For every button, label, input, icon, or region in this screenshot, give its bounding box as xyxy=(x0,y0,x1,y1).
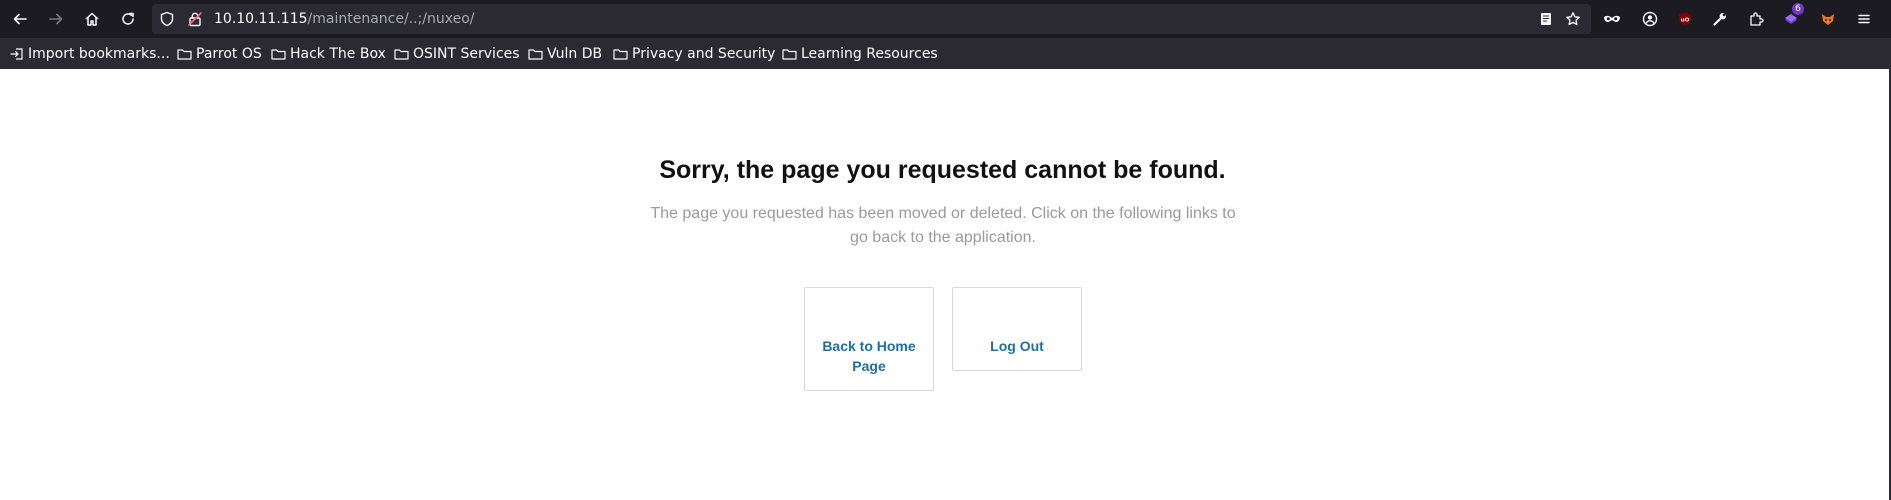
bookmark-folder-osint-services[interactable]: OSINT Services xyxy=(394,44,520,64)
back-to-home-link[interactable]: Back to Home Page xyxy=(804,287,934,391)
import-icon xyxy=(10,48,23,60)
bookmark-label: Import bookmarks... xyxy=(28,46,170,62)
bookmark-label: Parrot OS xyxy=(196,46,262,62)
folder-icon xyxy=(528,49,543,60)
foxyproxy-icon[interactable] xyxy=(1815,6,1841,32)
menu-hamburger-icon[interactable] xyxy=(1851,6,1877,32)
browser-toolbar: 10.10.11.115/maintenance/..;/nuxeo/ uO 6 xyxy=(0,0,1891,38)
purple-extension-icon[interactable]: 6 xyxy=(1778,3,1804,32)
bookmark-folder-parrot-os[interactable]: Parrot OS xyxy=(177,44,262,64)
extension-badge: 6 xyxy=(1792,3,1804,15)
folder-icon xyxy=(177,49,192,60)
folder-icon xyxy=(271,49,286,60)
reader-view-icon[interactable] xyxy=(1538,11,1554,27)
shield-icon[interactable] xyxy=(159,11,175,27)
home-icon[interactable] xyxy=(79,6,105,32)
bookmark-label: Hack The Box xyxy=(290,46,386,62)
svg-text:uO: uO xyxy=(1681,18,1690,24)
bookmark-label: OSINT Services xyxy=(413,46,520,62)
bookmark-folder-hack-the-box[interactable]: Hack The Box xyxy=(271,44,386,64)
bookmark-folder-learning-resources[interactable]: Learning Resources xyxy=(782,44,938,64)
bookmark-import[interactable]: Import bookmarks... xyxy=(10,44,170,64)
private-mask-icon[interactable] xyxy=(1599,6,1625,32)
folder-icon xyxy=(782,49,797,60)
url-path: /maintenance/..;/nuxeo/ xyxy=(307,11,475,27)
log-out-link[interactable]: Log Out xyxy=(952,287,1082,371)
insecure-lock-icon[interactable] xyxy=(187,11,203,27)
bookmark-label: Vuln DB xyxy=(547,46,603,62)
url-text[interactable]: 10.10.11.115/maintenance/..;/nuxeo/ xyxy=(214,10,475,28)
account-icon[interactable] xyxy=(1637,6,1663,32)
back-arrow-icon[interactable] xyxy=(7,6,33,32)
folder-icon xyxy=(394,49,409,60)
url-host: 10.10.11.115 xyxy=(214,11,308,27)
browser-chrome: 10.10.11.115/maintenance/..;/nuxeo/ uO 6 xyxy=(0,0,1891,69)
bookmark-folder-vuln-db[interactable]: Vuln DB xyxy=(528,44,602,64)
back-to-home-label: Back to Home Page xyxy=(822,338,916,374)
bookmark-star-icon[interactable] xyxy=(1565,11,1581,27)
forward-arrow-icon[interactable] xyxy=(43,6,69,32)
bookmarks-toolbar: Import bookmarks... Parrot OS Hack The B… xyxy=(0,38,1891,69)
folder-icon xyxy=(613,49,628,60)
error-description: The page you requested has been moved or… xyxy=(650,205,1236,246)
extensions-icon[interactable] xyxy=(1743,6,1769,32)
ublock-icon[interactable]: uO xyxy=(1672,6,1698,32)
bookmark-label: Learning Resources xyxy=(801,46,938,62)
bookmark-folder-privacy-security[interactable]: Privacy and Security xyxy=(613,44,775,64)
reload-icon[interactable] xyxy=(115,6,141,32)
error-title: Sorry, the page you requested cannot be … xyxy=(659,156,1226,184)
bookmark-label: Privacy and Security xyxy=(632,46,776,62)
page-content: Sorry, the page you requested cannot be … xyxy=(0,69,1889,500)
wrench-icon[interactable] xyxy=(1707,6,1733,32)
log-out-label: Log Out xyxy=(990,338,1044,354)
address-bar[interactable]: 10.10.11.115/maintenance/..;/nuxeo/ xyxy=(152,4,1591,34)
